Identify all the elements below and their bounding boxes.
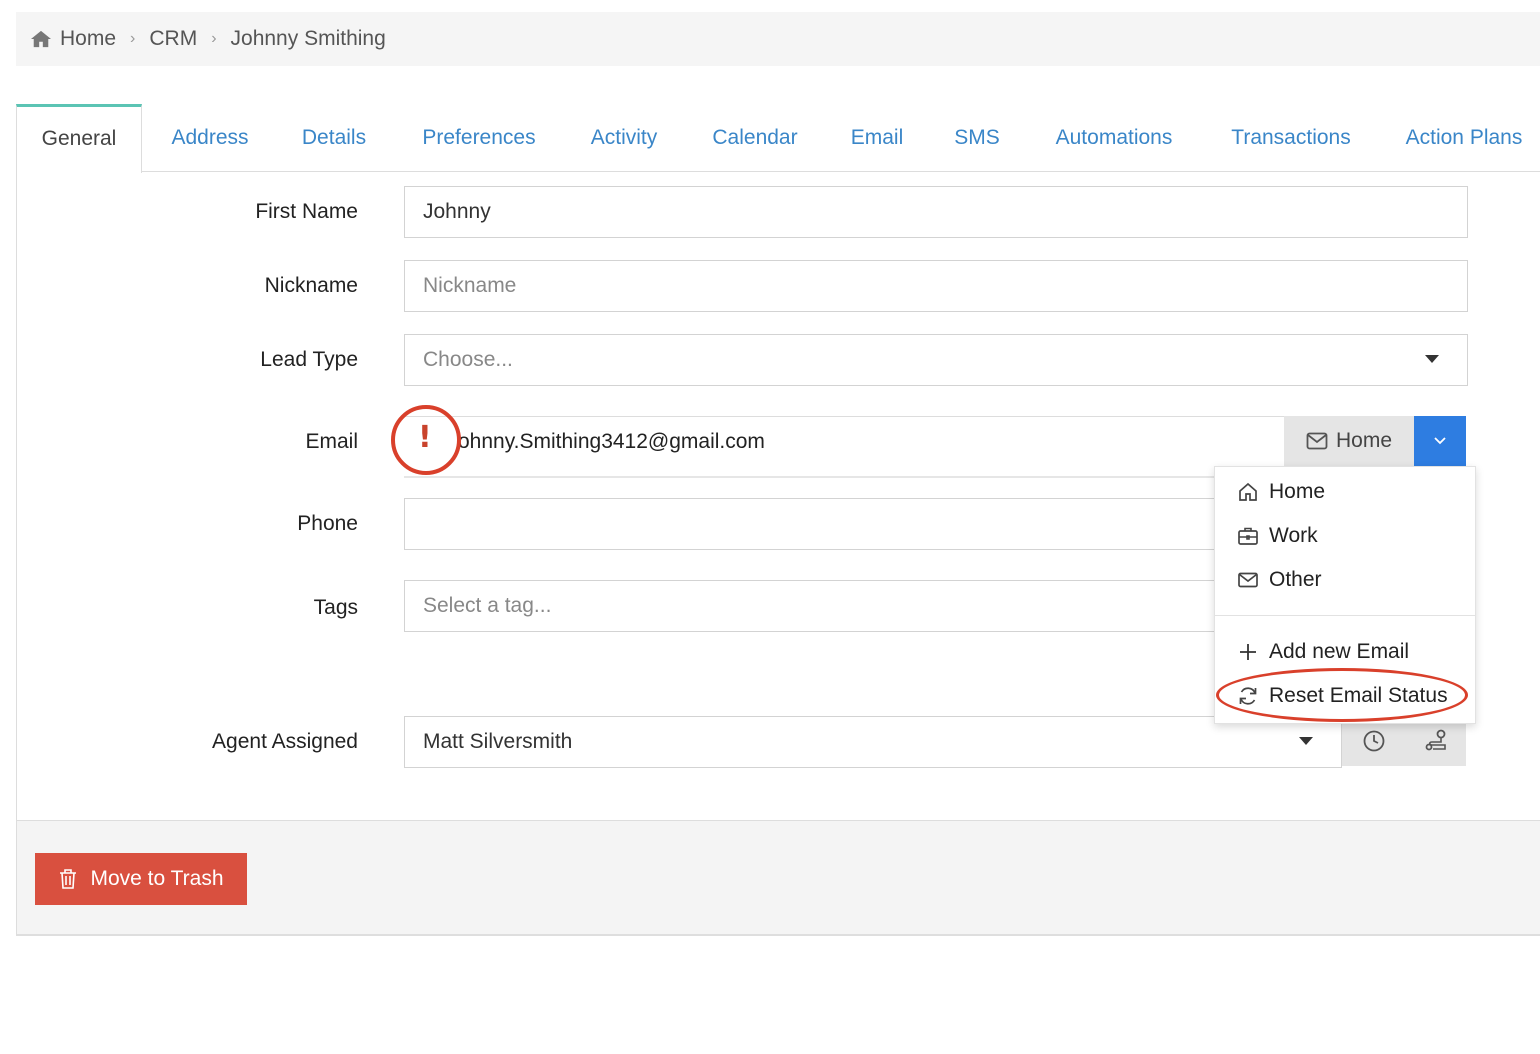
plus-icon bbox=[1240, 644, 1256, 660]
trash-icon bbox=[60, 869, 77, 889]
move-to-trash-button[interactable]: Move to Trash bbox=[35, 853, 247, 905]
route-icon[interactable] bbox=[1424, 728, 1448, 752]
briefcase-icon bbox=[1238, 527, 1258, 545]
tab-preferences[interactable]: Preferences bbox=[416, 104, 542, 172]
form-footer: Move to Trash bbox=[16, 820, 1540, 936]
reset-annotation-oval bbox=[1216, 668, 1468, 722]
lead-type-select[interactable]: Choose... bbox=[404, 334, 1468, 386]
email-underline bbox=[404, 476, 1214, 478]
email-dropdown-toggle[interactable] bbox=[1414, 416, 1466, 466]
phone-label: Phone bbox=[297, 512, 358, 535]
first-name-field[interactable]: Johnny bbox=[404, 186, 1468, 238]
tags-label: Tags bbox=[313, 596, 358, 619]
breadcrumb-separator: › bbox=[130, 30, 136, 47]
nickname-label: Nickname bbox=[264, 274, 358, 297]
clock-icon[interactable] bbox=[1362, 729, 1386, 753]
lead-type-label: Lead Type bbox=[260, 348, 358, 371]
menu-action-label: Add new Email bbox=[1269, 640, 1410, 663]
email-label: Email bbox=[305, 430, 358, 453]
breadcrumb-crm[interactable]: CRM bbox=[149, 27, 197, 51]
chevron-down-icon bbox=[1434, 437, 1446, 445]
tab-calendar[interactable]: Calendar bbox=[708, 104, 802, 172]
agent-assigned-select[interactable]: Matt Silversmith bbox=[404, 716, 1342, 768]
agent-assigned-value: Matt Silversmith bbox=[423, 730, 573, 753]
home-icon bbox=[1239, 482, 1257, 501]
tab-transactions[interactable]: Transactions bbox=[1226, 104, 1356, 172]
tab-activity[interactable]: Activity bbox=[586, 104, 662, 172]
tab-email[interactable]: Email bbox=[848, 104, 906, 172]
menu-divider bbox=[1215, 615, 1475, 616]
menu-item-work[interactable]: Work bbox=[1237, 521, 1318, 551]
email-type-label: Home bbox=[1335, 429, 1393, 452]
email-type-button[interactable]: Home bbox=[1284, 416, 1414, 466]
home-icon bbox=[31, 30, 51, 48]
lead-type-placeholder: Choose... bbox=[423, 348, 513, 371]
menu-item-label: Other bbox=[1269, 568, 1322, 591]
tab-automations[interactable]: Automations bbox=[1048, 104, 1180, 172]
menu-item-home[interactable]: Home bbox=[1237, 477, 1325, 507]
tab-action-plans[interactable]: Action Plans bbox=[1402, 104, 1526, 172]
menu-item-other[interactable]: Other bbox=[1237, 565, 1322, 595]
caret-down-icon bbox=[1299, 737, 1313, 745]
menu-item-label: Home bbox=[1269, 480, 1326, 503]
breadcrumb: Home › CRM › Johnny Smithing bbox=[16, 12, 1540, 66]
breadcrumb-contact: Johnny Smithing bbox=[230, 27, 386, 50]
tab-general[interactable]: General bbox=[16, 104, 142, 173]
menu-item-label: Work bbox=[1269, 524, 1318, 547]
first-name-label: First Name bbox=[255, 200, 358, 223]
breadcrumb-home[interactable]: Home bbox=[60, 27, 116, 51]
tab-bar: General Address Details Preferences Acti… bbox=[16, 104, 1540, 173]
caret-down-icon bbox=[1425, 355, 1439, 363]
email-row: ohnny.Smithing3412@gmail.com Home bbox=[404, 416, 1466, 478]
breadcrumb-separator: › bbox=[211, 30, 217, 47]
agent-assigned-label: Agent Assigned bbox=[212, 730, 358, 753]
email-field[interactable]: ohnny.Smithing3412@gmail.com bbox=[404, 416, 1284, 466]
move-to-trash-label: Move to Trash bbox=[90, 867, 224, 890]
envelope-icon bbox=[1306, 432, 1328, 450]
add-new-email-button[interactable]: Add new Email bbox=[1237, 637, 1409, 667]
tab-sms[interactable]: SMS bbox=[954, 104, 1000, 172]
alert-annotation-circle bbox=[391, 405, 461, 475]
tab-address[interactable]: Address bbox=[164, 104, 256, 172]
nickname-field[interactable]: Nickname bbox=[404, 260, 1468, 312]
envelope-icon bbox=[1238, 572, 1258, 588]
tab-details[interactable]: Details bbox=[298, 104, 370, 172]
